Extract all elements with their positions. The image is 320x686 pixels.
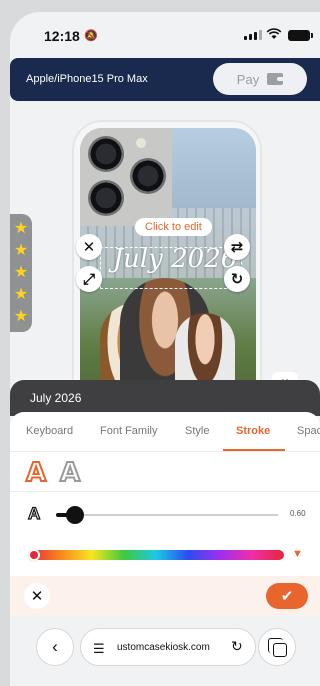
stroke-style-outline-selected[interactable]: A — [25, 457, 47, 489]
rotate-layer-button[interactable]: ↻ — [224, 266, 250, 292]
stroke-width-row: A 0.60 — [10, 492, 320, 536]
address-bar[interactable]: ☰ ustomcasekiosk.com ↻ — [80, 628, 256, 666]
app-header: Apple/iPhone15 Pro Max Pay — [10, 58, 320, 101]
confirm-button[interactable]: ✔ — [266, 583, 308, 609]
expand-arrows-icon: ⤢ — [82, 270, 95, 288]
stroke-color-row: ▼ — [10, 536, 320, 576]
click-to-edit-badge[interactable]: Click to edit — [135, 218, 212, 236]
text-editor-sheet: July 2026 Keyboard Font Family Style Str… — [10, 380, 320, 686]
browser-toolbar: ‹ ☰ ustomcasekiosk.com ↻ — [10, 616, 320, 686]
stroke-style-outline-plain[interactable]: A — [59, 457, 81, 489]
tabs-icon — [268, 638, 287, 657]
text-value-bar[interactable]: July 2026 — [10, 380, 320, 416]
rotate-icon: ↻ — [230, 271, 244, 288]
rating-stars: ★ ★ ★ ★ ★ — [10, 214, 32, 332]
stroke-width-value: 0.60 — [290, 509, 306, 518]
resize-layer-button[interactable]: ⤢ — [76, 266, 102, 292]
cancel-button[interactable]: ✕ — [24, 583, 50, 609]
status-bar: 12:18 🔕 — [10, 12, 320, 58]
stroke-width-icon: A — [27, 503, 41, 523]
battery-icon — [288, 30, 313, 41]
chevron-left-icon: ‹ — [52, 637, 58, 656]
editor-tabs: Keyboard Font Family Style Stroke Spac — [10, 412, 320, 452]
stroke-width-slider-handle[interactable] — [66, 506, 84, 524]
close-icon: ✕ — [82, 239, 96, 256]
star-icon: ★ — [13, 220, 29, 237]
editor-action-row: ✕ ✔ — [10, 576, 320, 616]
tab-font-family[interactable]: Font Family — [100, 425, 157, 437]
flip-layer-button[interactable]: ⇄ — [224, 234, 250, 260]
camera-module — [80, 128, 172, 226]
tabs-button[interactable] — [258, 628, 296, 666]
camera-lens — [88, 180, 124, 216]
wallet-icon — [267, 73, 284, 85]
pay-button-label: Pay — [236, 71, 260, 87]
chevron-down-icon[interactable]: ▼ — [292, 548, 303, 560]
text-value: July 2026 — [30, 391, 82, 405]
silent-bell-icon: 🔕 — [84, 30, 98, 42]
delete-layer-button[interactable]: ✕ — [76, 234, 102, 260]
cellular-signal-icon — [244, 30, 262, 40]
star-icon: ★ — [13, 308, 29, 325]
pay-button[interactable]: Pay — [213, 63, 307, 95]
flip-icon: ⇄ — [230, 239, 244, 256]
status-time: 12:18 — [44, 28, 80, 44]
stroke-color-handle[interactable] — [28, 549, 40, 561]
tab-spacing[interactable]: Spac — [297, 425, 320, 437]
tab-style[interactable]: Style — [185, 425, 209, 437]
star-icon: ★ — [13, 286, 29, 303]
menu-icon[interactable]: ☰ — [93, 641, 105, 657]
tab-keyboard[interactable]: Keyboard — [26, 425, 73, 437]
url-text: ustomcasekiosk.com — [117, 642, 210, 653]
close-icon: ✕ — [30, 588, 44, 605]
stroke-style-options: A A — [10, 452, 320, 492]
checkmark-icon: ✔ — [280, 588, 294, 605]
stroke-width-track[interactable] — [56, 514, 278, 516]
reload-icon[interactable]: ↻ — [231, 638, 243, 655]
camera-lens — [130, 158, 166, 194]
wifi-icon — [266, 28, 282, 39]
stroke-color-slider[interactable] — [28, 550, 284, 560]
camera-flash — [136, 138, 146, 148]
active-tab-indicator — [223, 449, 285, 451]
tab-stroke[interactable]: Stroke — [236, 425, 270, 437]
star-icon: ★ — [13, 242, 29, 259]
text-layer-preview[interactable]: July 2026 — [110, 244, 240, 274]
back-button[interactable]: ‹ — [36, 628, 74, 666]
camera-lens — [88, 136, 124, 172]
star-icon: ★ — [13, 264, 29, 281]
device-model-label: Apple/iPhone15 Pro Max — [26, 73, 148, 85]
